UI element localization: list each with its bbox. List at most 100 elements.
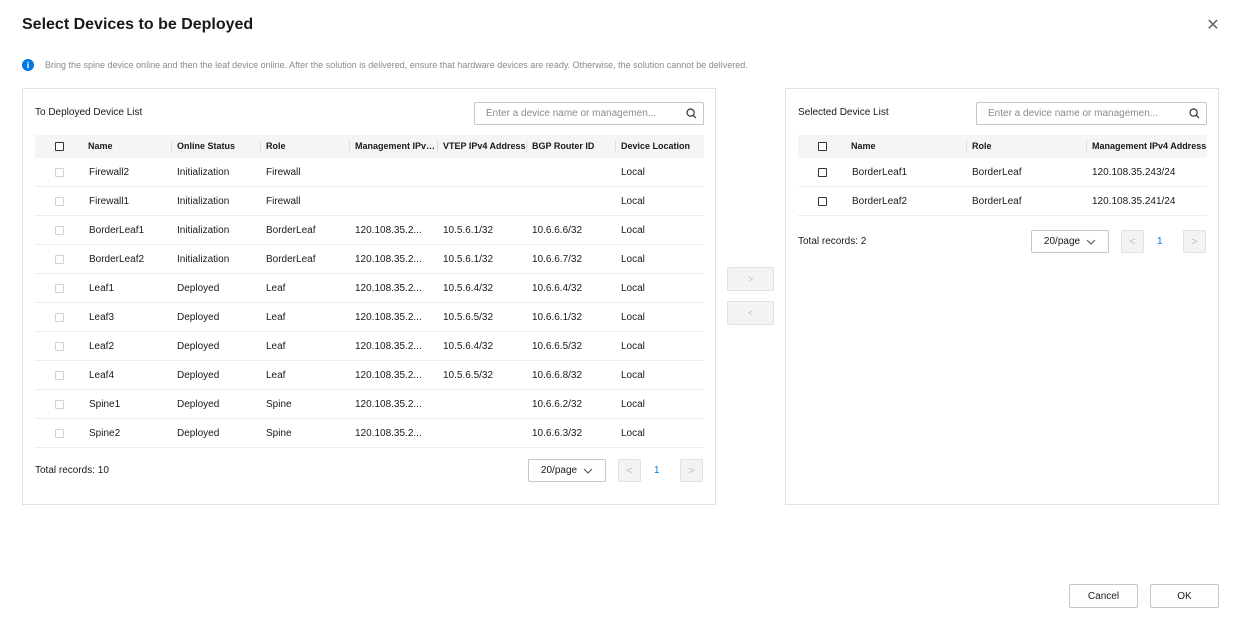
table-row[interactable]: Spine1 Deployed Spine 120.108.35.2... 10.6.6… [35, 390, 704, 419]
column-header[interactable]: Name [846, 140, 966, 153]
row-checkbox[interactable] [817, 196, 827, 206]
row-checkbox-cell [35, 254, 83, 264]
table-row[interactable]: BorderLeaf1 BorderLeaf 120.108.35.243/24 [798, 158, 1207, 187]
table-cell: Firewall [266, 195, 301, 207]
table-cell: 10.6.6.5/32 [532, 340, 583, 352]
move-right-button[interactable]: > [727, 267, 774, 291]
column-header[interactable]: Role [260, 140, 349, 153]
page-number[interactable]: 1 [1157, 236, 1163, 247]
row-checkbox[interactable] [54, 283, 64, 293]
row-checkbox-cell [35, 428, 83, 438]
page-size-select[interactable]: 20/page [1031, 230, 1109, 253]
next-page-button[interactable]: > [1183, 230, 1206, 253]
table-row[interactable]: BorderLeaf2 Initialization BorderLeaf 120.1… [35, 245, 704, 274]
table-cell: Local [621, 224, 645, 236]
column-header[interactable]: BGP Router ID [526, 140, 615, 153]
cancel-button[interactable]: Cancel [1069, 584, 1138, 608]
row-checkbox[interactable] [54, 341, 64, 351]
table-cell: Initialization [177, 166, 230, 178]
table-cell: Leaf1 [89, 282, 115, 294]
table-cell: Local [621, 195, 645, 207]
table-cell: Local [621, 166, 645, 178]
table-cell: Local [621, 340, 645, 352]
table-cell: 120.108.35.2... [355, 282, 422, 294]
total-records: Total records: 2 [798, 236, 867, 247]
next-page-button[interactable]: > [680, 459, 703, 482]
row-checkbox[interactable] [54, 225, 64, 235]
search-placeholder: Enter a device name or managemen... [486, 108, 657, 119]
page-number[interactable]: 1 [654, 465, 660, 476]
table-cell: 120.108.35.241/24 [1092, 195, 1176, 207]
row-checkbox[interactable] [54, 196, 64, 206]
search-input[interactable]: Enter a device name or managemen... [474, 102, 704, 125]
table-row[interactable]: Leaf2 Deployed Leaf 120.108.35.2... 10.5.6.4… [35, 332, 704, 361]
table-cell: Initialization [177, 224, 230, 236]
table-row[interactable]: Firewall1 Initialization Firewall Local [35, 187, 704, 216]
select-all-cell [35, 142, 83, 151]
row-checkbox-cell [35, 341, 83, 351]
table-cell: Initialization [177, 253, 230, 265]
prev-page-button[interactable]: < [1121, 230, 1144, 253]
table-cell: Leaf [266, 282, 286, 294]
close-icon[interactable]: ✕ [1205, 18, 1221, 34]
table-cell: 120.108.35.2... [355, 427, 422, 439]
table-row[interactable]: BorderLeaf2 BorderLeaf 120.108.35.241/24 [798, 187, 1207, 216]
table-cell: Leaf [266, 369, 286, 381]
table-cell: Leaf [266, 340, 286, 352]
row-checkbox[interactable] [54, 428, 64, 438]
row-checkbox-cell [35, 225, 83, 235]
table-row[interactable]: Firewall2 Initialization Firewall Local [35, 158, 704, 187]
search-input[interactable]: Enter a device name or managemen... [976, 102, 1207, 125]
column-header[interactable]: Role [966, 140, 1086, 153]
row-checkbox[interactable] [54, 370, 64, 380]
table-cell: Local [621, 427, 645, 439]
column-header[interactable]: Device Location [615, 140, 704, 153]
table-cell: Deployed [177, 369, 220, 381]
table-row[interactable]: Leaf3 Deployed Leaf 120.108.35.2... 10.5.6.5… [35, 303, 704, 332]
row-checkbox[interactable] [54, 167, 64, 177]
row-checkbox[interactable] [54, 254, 64, 264]
prev-page-button[interactable]: < [618, 459, 641, 482]
search-icon[interactable] [1182, 108, 1206, 119]
search-icon[interactable] [679, 108, 703, 119]
table-header: Name Role Management IPv4 Address [798, 135, 1207, 158]
table-cell: 120.108.35.2... [355, 253, 422, 265]
row-checkbox-cell [35, 312, 83, 322]
select-all-checkbox[interactable] [54, 142, 64, 151]
ok-button[interactable]: OK [1150, 584, 1219, 608]
table-cell: 10.5.6.4/32 [443, 282, 494, 294]
row-checkbox[interactable] [54, 399, 64, 409]
move-left-button[interactable]: < [727, 301, 774, 325]
page-size-value: 20/page [1043, 236, 1081, 247]
table-cell: BorderLeaf1 [852, 166, 908, 178]
table-cell: Deployed [177, 427, 220, 439]
table-cell: 10.5.6.1/32 [443, 253, 494, 265]
row-checkbox[interactable] [817, 167, 827, 177]
table-cell: 10.5.6.5/32 [443, 311, 494, 323]
select-all-checkbox[interactable] [817, 142, 827, 151]
table-cell: 10.6.6.6/32 [532, 224, 583, 236]
row-checkbox-cell [35, 283, 83, 293]
table-row[interactable]: Spine2 Deployed Spine 120.108.35.2... 10.6.6… [35, 419, 704, 448]
row-checkbox-cell [35, 399, 83, 409]
total-records: Total records: 10 [35, 465, 109, 476]
table-cell: BorderLeaf2 [852, 195, 908, 207]
table-row[interactable]: BorderLeaf1 Initialization BorderLeaf 120.1… [35, 216, 704, 245]
table-cell: BorderLeaf1 [89, 224, 145, 236]
table-row[interactable]: Leaf1 Deployed Leaf 120.108.35.2... 10.5.6.4… [35, 274, 704, 303]
table-cell: 120.108.35.243/24 [1092, 166, 1176, 178]
row-checkbox[interactable] [54, 312, 64, 322]
column-header[interactable]: Management IPv4... [349, 140, 437, 153]
table-row[interactable]: Leaf4 Deployed Leaf 120.108.35.2... 10.5.6.5… [35, 361, 704, 390]
table-cell: Local [621, 282, 645, 294]
table-cell: Firewall1 [89, 195, 130, 207]
table-cell: Local [621, 253, 645, 265]
table-cell: BorderLeaf2 [89, 253, 145, 265]
page-size-value: 20/page [540, 465, 578, 476]
column-header[interactable]: Name [83, 140, 171, 153]
table-cell: 10.6.6.1/32 [532, 311, 583, 323]
page-size-select[interactable]: 20/page [528, 459, 606, 482]
column-header[interactable]: Online Status [171, 140, 260, 153]
column-header[interactable]: Management IPv4 Address [1086, 140, 1207, 153]
column-header[interactable]: VTEP IPv4 Address [437, 140, 526, 153]
